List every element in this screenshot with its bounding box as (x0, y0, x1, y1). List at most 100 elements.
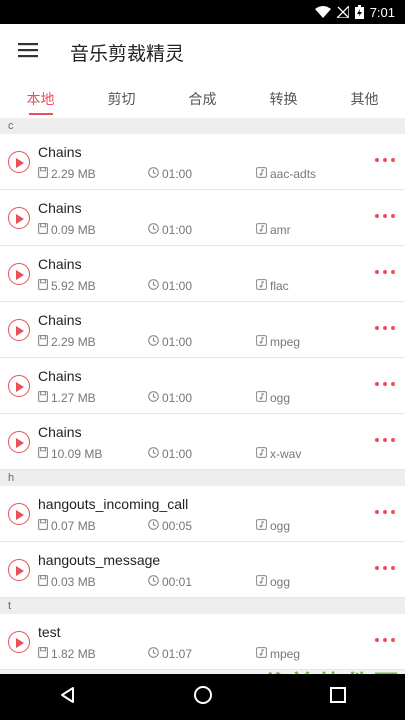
play-icon (15, 633, 24, 652)
play-icon (15, 209, 24, 228)
more-options-button[interactable] (371, 322, 399, 334)
file-format-value: x-wav (270, 447, 302, 461)
list-item[interactable]: Chains 2.29 MB 01:00 aac-adts (0, 134, 405, 190)
play-button[interactable] (8, 319, 30, 341)
status-bar: 7:01 (0, 0, 405, 24)
more-dot-icon (375, 566, 379, 570)
file-format-value: aac-adts (270, 167, 317, 181)
file-size-value: 5.92 MB (51, 279, 96, 293)
more-options-button[interactable] (371, 266, 399, 278)
list-item[interactable]: Chains 0.09 MB 01:00 amr (0, 190, 405, 246)
more-dot-icon (383, 566, 387, 570)
audio-file-list[interactable]: c Chains 2.29 MB 01:00 aac-adts Chains 0… (0, 118, 405, 674)
more-dot-icon (383, 270, 387, 274)
file-name: Chains (38, 368, 82, 384)
file-size-icon (38, 519, 48, 533)
more-options-button[interactable] (371, 378, 399, 390)
file-name: hangouts_message (38, 552, 161, 568)
menu-button[interactable] (0, 24, 56, 80)
file-format-value: amr (270, 223, 291, 237)
file-size-icon (38, 167, 48, 181)
clock-icon (148, 575, 159, 589)
file-format: ogg (256, 519, 290, 533)
more-options-button[interactable] (371, 210, 399, 222)
file-format: flac (256, 279, 289, 293)
file-format: aac-adts (256, 167, 316, 181)
more-dot-icon (383, 326, 387, 330)
more-dot-icon (391, 566, 395, 570)
file-format: mpeg (256, 647, 300, 661)
more-options-button[interactable] (371, 434, 399, 446)
music-note-icon (256, 223, 267, 237)
file-duration-value: 00:01 (162, 575, 193, 589)
file-format-value: mpeg (270, 335, 301, 349)
battery-icon (354, 5, 364, 19)
more-dot-icon (375, 158, 379, 162)
nav-home-button[interactable] (173, 674, 233, 720)
file-size: 0.03 MB (38, 575, 96, 589)
play-button[interactable] (8, 375, 30, 397)
play-button[interactable] (8, 207, 30, 229)
more-dot-icon (383, 438, 387, 442)
tab-local[interactable]: 本地 (0, 80, 81, 118)
list-item[interactable]: Chains 2.29 MB 01:00 mpeg (0, 302, 405, 358)
file-format: x-wav (256, 447, 301, 461)
music-note-icon (256, 279, 267, 293)
list-item[interactable]: hangouts_message 0.03 MB 00:01 ogg (0, 542, 405, 598)
file-size: 1.82 MB (38, 647, 96, 661)
play-button[interactable] (8, 503, 30, 525)
tab-merge[interactable]: 合成 (162, 80, 243, 118)
file-name: Chains (38, 424, 82, 440)
file-size-value: 0.09 MB (51, 223, 96, 237)
more-dot-icon (375, 382, 379, 386)
list-item[interactable]: Chains 1.27 MB 01:00 ogg (0, 358, 405, 414)
more-dot-icon (391, 158, 395, 162)
more-options-button[interactable] (371, 562, 399, 574)
tab-other[interactable]: 其他 (324, 80, 405, 118)
file-duration: 01:00 (148, 167, 192, 181)
play-icon (15, 561, 24, 580)
file-duration-value: 00:05 (162, 519, 193, 533)
music-note-icon (256, 519, 267, 533)
file-format: ogg (256, 391, 290, 405)
play-icon (15, 377, 24, 396)
more-options-button[interactable] (371, 154, 399, 166)
play-icon (15, 265, 24, 284)
clock-icon (148, 335, 159, 349)
list-item[interactable]: Chains 10.09 MB 01:00 x-wav (0, 414, 405, 470)
more-dot-icon (391, 270, 395, 274)
file-size-icon (38, 647, 48, 661)
file-size-icon (38, 447, 48, 461)
more-options-button[interactable] (371, 506, 399, 518)
music-note-icon (256, 391, 267, 405)
more-dot-icon (383, 510, 387, 514)
list-item[interactable]: hangouts_incoming_call 0.07 MB 00:05 ogg (0, 486, 405, 542)
file-size-value: 2.29 MB (51, 167, 96, 181)
file-name: test (38, 624, 61, 640)
more-dot-icon (375, 510, 379, 514)
more-dot-icon (383, 214, 387, 218)
file-size-icon (38, 391, 48, 405)
list-item[interactable]: Chains 5.92 MB 01:00 flac (0, 246, 405, 302)
tab-convert[interactable]: 转换 (243, 80, 324, 118)
more-options-button[interactable] (371, 634, 399, 646)
clock-icon (148, 279, 159, 293)
file-format-value: ogg (270, 575, 291, 589)
play-button[interactable] (8, 263, 30, 285)
nav-recents-button[interactable] (308, 674, 368, 720)
more-dot-icon (375, 438, 379, 442)
file-format: ogg (256, 575, 290, 589)
file-size-value: 0.07 MB (51, 519, 96, 533)
play-button[interactable] (8, 631, 30, 653)
more-dot-icon (391, 510, 395, 514)
play-button[interactable] (8, 559, 30, 581)
list-item[interactable]: test 1.82 MB 01:07 mpeg (0, 614, 405, 670)
tab-cut[interactable]: 剪切 (81, 80, 162, 118)
section-header: h (0, 470, 405, 486)
music-note-icon (256, 447, 267, 461)
status-time: 7:01 (369, 4, 395, 20)
nav-back-button[interactable] (38, 674, 98, 720)
play-button[interactable] (8, 431, 30, 453)
file-format-value: ogg (270, 391, 291, 405)
play-button[interactable] (8, 151, 30, 173)
